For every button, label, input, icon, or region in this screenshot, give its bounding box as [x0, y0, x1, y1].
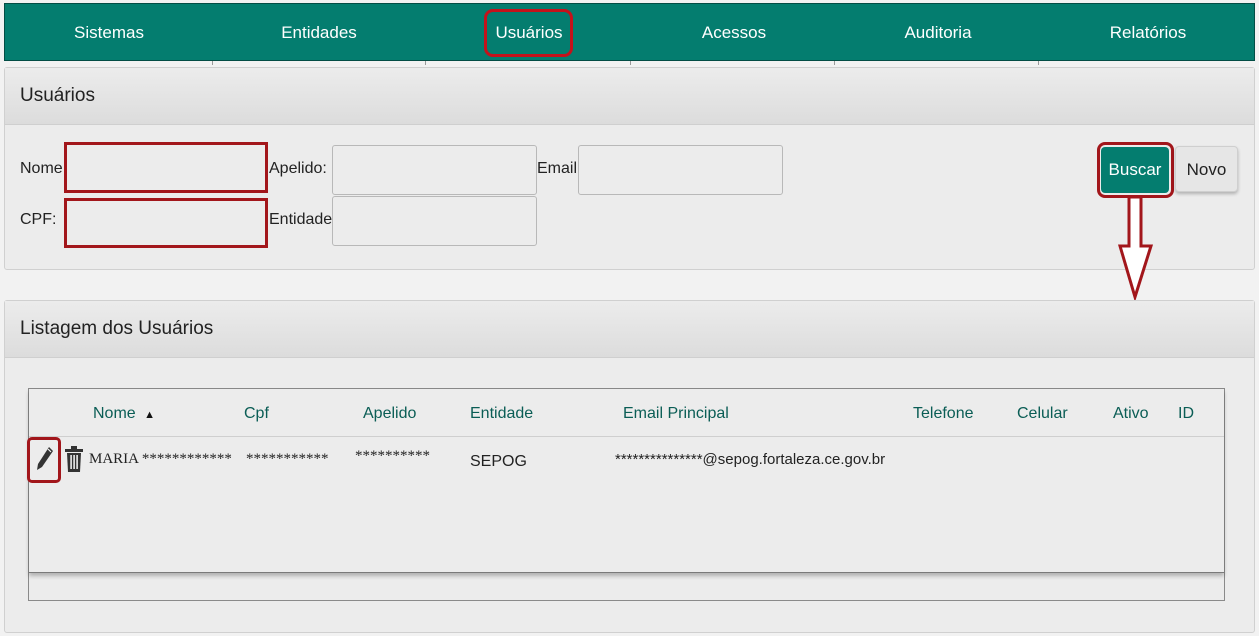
nav-separator [425, 61, 426, 65]
nav-auditoria[interactable]: Auditoria [904, 4, 971, 62]
nav-separator [1038, 61, 1039, 65]
trash-icon[interactable] [65, 446, 83, 472]
cell-apelido: ********** [355, 448, 430, 464]
nav-sistemas[interactable]: Sistemas [74, 4, 144, 62]
column-cpf[interactable]: Cpf [244, 405, 269, 423]
nav-acessos[interactable]: Acessos [702, 4, 766, 62]
users-table-container: Nome ▲ Cpf Apelido Entidade Email Princi… [28, 388, 1225, 601]
nav-relatorios[interactable]: Relatórios [1110, 4, 1187, 62]
nav-usuarios-highlight [484, 9, 573, 57]
edit-highlight [27, 437, 61, 483]
sort-up-icon: ▲ [144, 409, 156, 421]
cpf-label: CPF: [20, 211, 57, 228]
nav-separator [630, 61, 631, 65]
entidade-label: Entidade: [269, 211, 337, 228]
top-navbar: Sistemas Entidades Usuários Acessos Audi… [4, 3, 1255, 61]
cell-email: ***************@sepog.fortaleza.ce.gov.b… [615, 451, 886, 468]
column-ativo[interactable]: Ativo [1113, 405, 1149, 423]
nav-separator [212, 61, 213, 65]
cell-nome: MARIA ************ [89, 451, 232, 467]
apelido-label: Apelido: [269, 160, 327, 177]
users-table: Nome ▲ Cpf Apelido Entidade Email Princi… [29, 389, 1224, 573]
cell-cpf: *********** [246, 451, 329, 467]
search-panel-title: Usuários [5, 68, 1254, 125]
nav-separator [834, 61, 835, 65]
buscar-button[interactable]: Buscar [1101, 147, 1169, 193]
email-input-box [578, 145, 783, 195]
cpf-input-box [64, 198, 268, 248]
email-input[interactable] [579, 146, 782, 194]
nome-input-box [64, 142, 268, 193]
nome-input[interactable] [67, 145, 265, 190]
table-header-divider [29, 436, 1224, 437]
column-email[interactable]: Email Principal [623, 405, 729, 423]
novo-button[interactable]: Novo [1175, 146, 1238, 192]
nav-entidades[interactable]: Entidades [281, 4, 357, 62]
column-nome[interactable]: Nome ▲ [93, 405, 155, 423]
column-id[interactable]: ID [1178, 405, 1194, 423]
entidade-input[interactable] [333, 197, 536, 245]
entidade-input-box [332, 196, 537, 246]
column-apelido[interactable]: Apelido [363, 405, 416, 423]
list-panel-title: Listagem dos Usuários [5, 301, 1254, 358]
apelido-input[interactable] [333, 146, 536, 194]
column-telefone[interactable]: Telefone [913, 405, 974, 423]
column-celular[interactable]: Celular [1017, 405, 1068, 423]
email-label: Email: [537, 160, 582, 177]
apelido-input-box [332, 145, 537, 195]
column-nome-label: Nome [93, 405, 136, 422]
column-entidade[interactable]: Entidade [470, 405, 533, 423]
cell-entidade: SEPOG [470, 453, 527, 470]
cpf-input[interactable] [67, 201, 265, 245]
nome-label: Nome: [20, 160, 68, 177]
arrow-down-icon [1118, 196, 1154, 300]
